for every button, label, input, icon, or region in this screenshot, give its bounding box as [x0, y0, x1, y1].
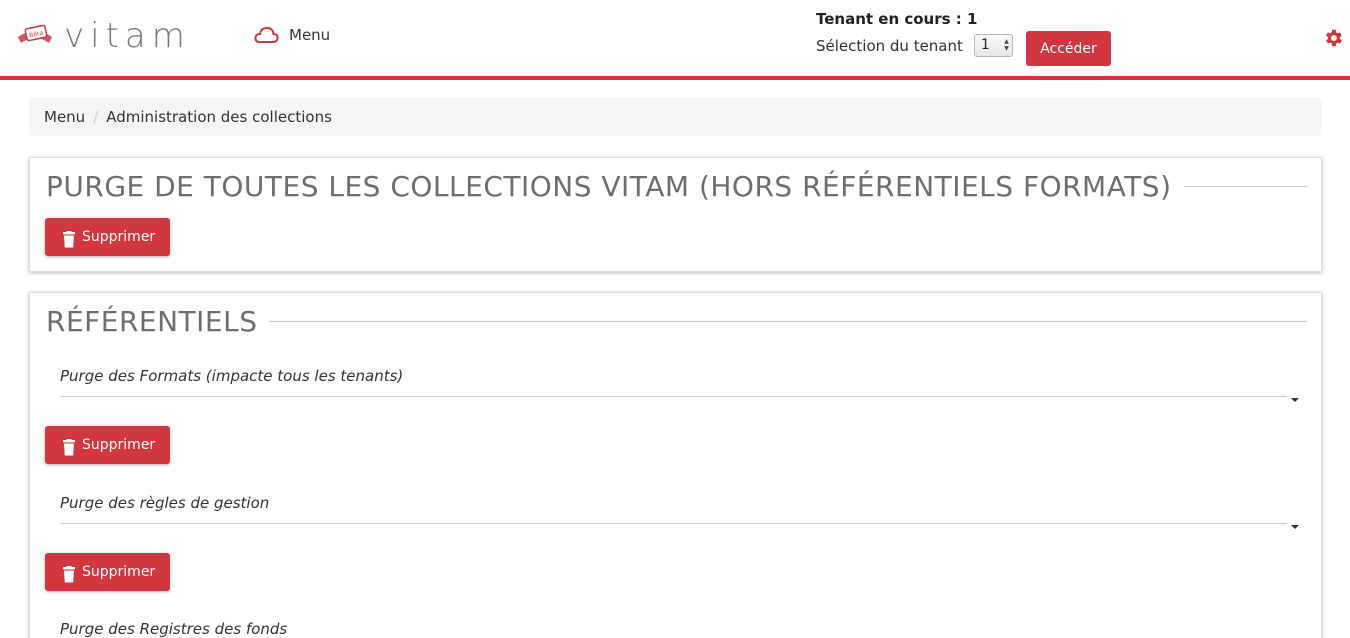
tenant-block: Tenant en cours : 1 Sélection du tenant … [816, 10, 1013, 57]
formats-label: Purge des Formats (impacte tous les tena… [60, 367, 404, 385]
breadcrumb: Menu / Administration des collections [29, 98, 1322, 136]
formats-delete-button[interactable]: Supprimer [45, 426, 170, 464]
breadcrumb-current: Administration des collections [106, 108, 332, 126]
main-menu-button[interactable]: Menu [254, 26, 330, 44]
purge-all-panel: PURGE DE TOUTES LES COLLECTIONS VITAM (H… [29, 157, 1322, 272]
rules-delete-button[interactable]: Supprimer [45, 553, 170, 591]
rules-label: Purge des règles de gestion [60, 494, 270, 512]
referentiels-panel: RÉFÉRENTIELS Purge des Formats (impacte … [29, 292, 1322, 638]
rules-collapsible-header[interactable]: Purge des règles de gestion [60, 488, 1299, 529]
trash-icon [63, 565, 75, 582]
delete-button-label: Supprimer [82, 229, 156, 245]
breadcrumb-menu-link[interactable]: Menu [44, 108, 85, 126]
registres-label: Purge des Registres des fonds [60, 620, 288, 638]
caret-down-icon[interactable] [1291, 398, 1299, 402]
top-header: Bêta vitam Menu Tenant en cours : 1 Séle… [0, 0, 1350, 80]
title-divider [1183, 186, 1307, 187]
formats-collapsible-header[interactable]: Purge des Formats (impacte tous les tena… [60, 361, 1299, 402]
cloud-icon [254, 26, 279, 43]
vitam-logo[interactable]: Bêta vitam [16, 18, 191, 54]
delete-button-label: Supprimer [82, 437, 156, 453]
title-divider [269, 321, 1307, 322]
tenant-number-input[interactable]: 1 ▲ ▼ [973, 34, 1013, 57]
logo-text: vitam [64, 16, 191, 56]
purge-all-title: PURGE DE TOUTES LES COLLECTIONS VITAM (H… [46, 170, 1172, 203]
breadcrumb-separator: / [93, 108, 99, 126]
referentiels-title: RÉFÉRENTIELS [46, 305, 258, 338]
tenant-select-label: Sélection du tenant [816, 36, 963, 55]
gear-icon[interactable] [1322, 27, 1344, 49]
beta-badge-icon: Bêta [18, 24, 52, 43]
tenant-select-value: 1 [980, 37, 990, 53]
trash-icon [63, 438, 75, 455]
referentiels-title-row: RÉFÉRENTIELS [46, 305, 1307, 338]
registres-collapsible-header[interactable]: Purge des Registres des fonds [60, 614, 1287, 638]
purge-all-delete-button[interactable]: Supprimer [45, 218, 170, 256]
caret-down-icon[interactable] [1291, 525, 1299, 529]
purge-all-title-row: PURGE DE TOUTES LES COLLECTIONS VITAM (H… [46, 170, 1307, 203]
spinner-arrows-icon[interactable]: ▲ ▼ [1004, 38, 1009, 52]
access-button[interactable]: Accéder [1026, 31, 1111, 66]
menu-label: Menu [289, 26, 331, 44]
current-tenant-text: Tenant en cours : 1 [816, 10, 978, 28]
delete-button-label: Supprimer [82, 564, 156, 580]
trash-icon [63, 230, 75, 247]
